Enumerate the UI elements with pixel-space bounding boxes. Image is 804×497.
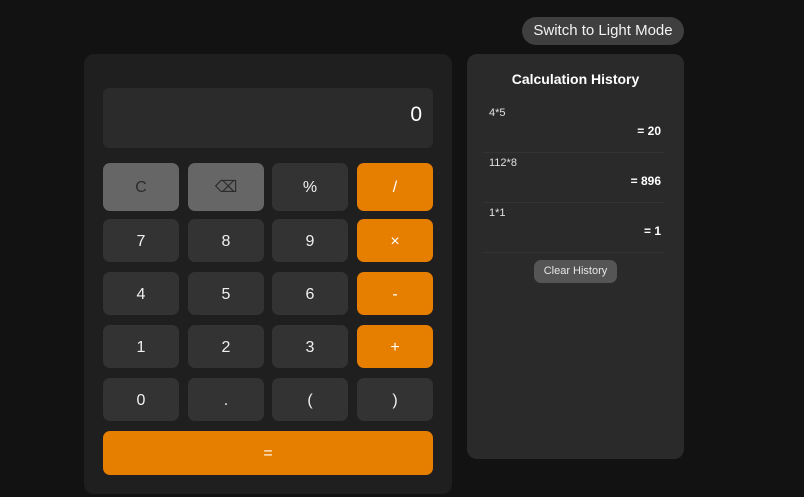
- history-list: 4*5 = 20 112*8 = 896 1*1 = 1: [483, 104, 665, 254]
- history-expression: 4*5: [489, 107, 506, 119]
- calculator-panel: 0 C ⌫ % / 7 8 9 × 4 5 6 - 1 2 3 + 0 . ( …: [84, 54, 452, 494]
- add-button[interactable]: +: [357, 325, 433, 368]
- history-result: = 896: [630, 174, 661, 188]
- history-item[interactable]: 112*8 = 896: [483, 154, 665, 203]
- open-paren-button[interactable]: (: [272, 378, 348, 421]
- theme-toggle-button[interactable]: Switch to Light Mode: [522, 17, 684, 45]
- digit-5-button[interactable]: 5: [188, 272, 264, 315]
- digit-0-button[interactable]: 0: [103, 378, 179, 421]
- divide-button[interactable]: /: [357, 163, 433, 211]
- history-title: Calculation History: [511, 71, 640, 87]
- percent-button[interactable]: %: [272, 163, 348, 211]
- history-panel: Calculation History 4*5 = 20 112*8 = 896…: [467, 54, 684, 459]
- digit-1-button[interactable]: 1: [103, 325, 179, 368]
- calculator-display: 0: [103, 88, 433, 148]
- history-result: = 1: [643, 224, 661, 238]
- history-expression: 1*1: [489, 207, 506, 219]
- history-item[interactable]: 4*5 = 20: [483, 104, 665, 153]
- digit-2-button[interactable]: 2: [188, 325, 264, 368]
- history-expression: 112*8: [489, 157, 517, 169]
- digit-4-button[interactable]: 4: [103, 272, 179, 315]
- history-item[interactable]: 1*1 = 1: [483, 204, 665, 253]
- clear-history-button[interactable]: Clear History: [534, 260, 617, 283]
- multiply-button[interactable]: ×: [357, 219, 433, 262]
- digit-7-button[interactable]: 7: [103, 219, 179, 262]
- digit-8-button[interactable]: 8: [188, 219, 264, 262]
- calculator-page: Switch to Light Mode 0 C ⌫ % / 7 8 9 × 4…: [0, 0, 804, 497]
- close-paren-button[interactable]: ): [357, 378, 433, 421]
- history-result: = 20: [637, 124, 661, 138]
- equals-button[interactable]: =: [103, 431, 433, 475]
- decimal-button[interactable]: .: [188, 378, 264, 421]
- digit-6-button[interactable]: 6: [272, 272, 348, 315]
- clear-button[interactable]: C: [103, 163, 179, 211]
- digit-9-button[interactable]: 9: [272, 219, 348, 262]
- digit-3-button[interactable]: 3: [272, 325, 348, 368]
- subtract-button[interactable]: -: [357, 272, 433, 315]
- backspace-button[interactable]: ⌫: [188, 163, 264, 211]
